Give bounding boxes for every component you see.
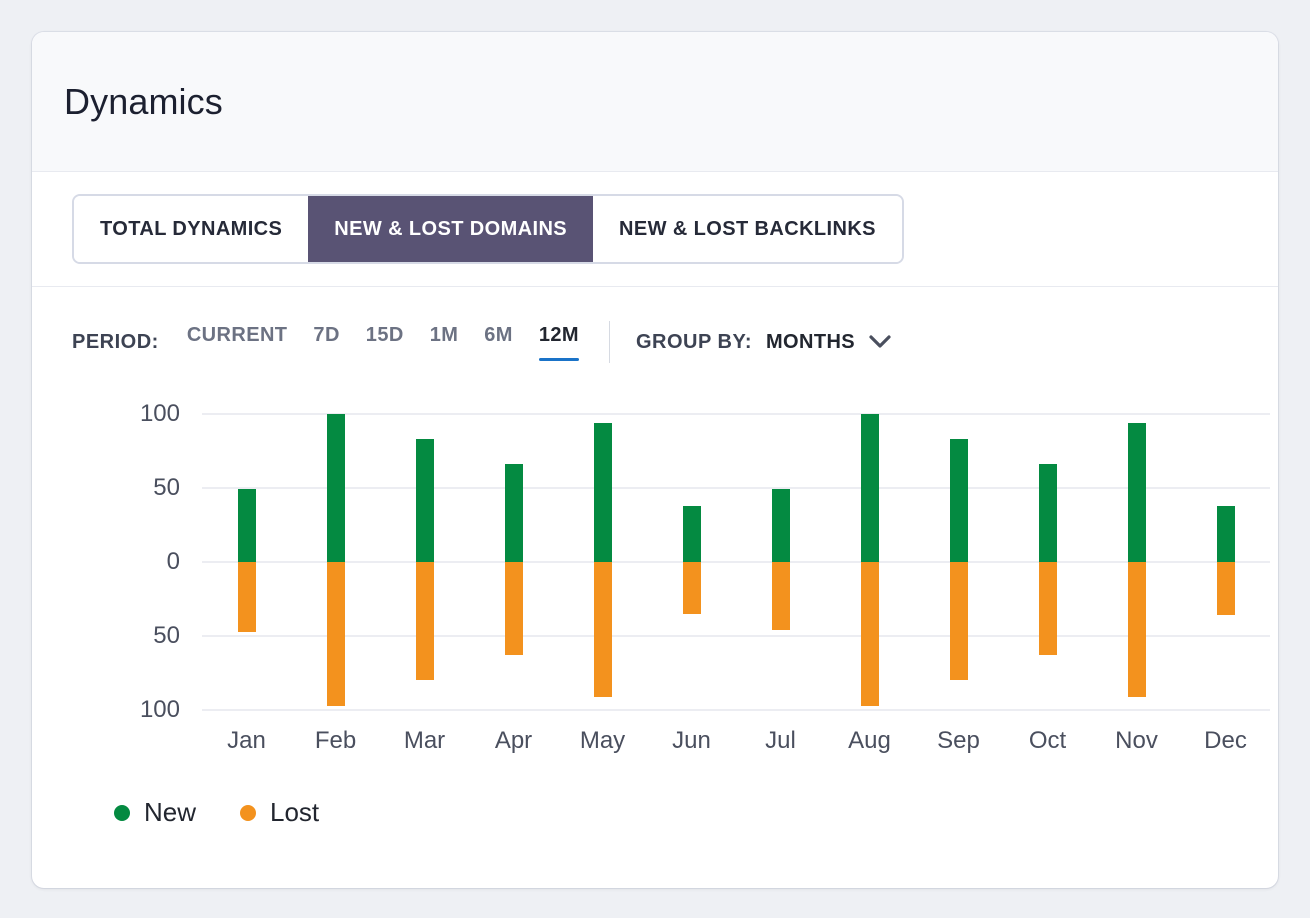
bar-lost-jun[interactable]	[682, 562, 701, 614]
x-axis-label-jan: Jan	[227, 727, 266, 754]
y-axis-tick-label: 100	[139, 400, 180, 427]
tab-new-lost-domains[interactable]: NEW & LOST DOMAINS	[308, 196, 594, 262]
x-axis-label-apr: Apr	[494, 727, 533, 754]
bar-lost-feb[interactable]	[326, 562, 345, 706]
bar-group-mar[interactable]	[380, 414, 469, 710]
chart-area: 100 50 0 50 100 Jan Feb Mar Apr May Jun Jul Aug Sep O…	[32, 397, 1278, 888]
bar-new-jun[interactable]	[682, 505, 701, 562]
bar-new-dec[interactable]	[1216, 505, 1235, 562]
legend-dot-new	[114, 804, 130, 821]
y-axis-tick-label: 100	[139, 696, 180, 723]
bar-new-may[interactable]	[593, 422, 612, 562]
x-axis-label-nov: Nov	[1115, 727, 1158, 754]
bar-new-nov[interactable]	[1127, 422, 1146, 562]
legend-label: Lost	[270, 797, 320, 827]
x-axis-label-aug: Aug	[848, 727, 891, 754]
y-axis-ticks: 100 50 0 50 100	[32, 400, 180, 723]
x-axis-label-sep: Sep	[937, 727, 980, 754]
bar-new-sep[interactable]	[949, 439, 968, 562]
y-axis-tick-label: 0	[166, 548, 180, 575]
bar-group-sep[interactable]	[914, 414, 1003, 710]
x-axis-label-oct: Oct	[1028, 727, 1067, 754]
bar-group-dec[interactable]	[1181, 414, 1270, 710]
controls-bar: PERIOD: CURRENT 7D 15D 1M 6M 12M GROUP BY: MO…	[32, 287, 1278, 397]
x-axis-label-jun: Jun	[672, 727, 711, 754]
period-label: PERIOD:	[72, 330, 159, 353]
period-option-current[interactable]: CURRENT	[187, 324, 288, 361]
bar-new-jul[interactable]	[771, 489, 790, 562]
bar-lost-jul[interactable]	[771, 562, 790, 631]
bar-group-jun[interactable]	[647, 414, 736, 710]
x-axis-label-dec: Dec	[1204, 727, 1247, 754]
group-by-label: GROUP BY:	[635, 330, 752, 353]
bar-group-apr[interactable]	[469, 414, 558, 710]
period-options: CURRENT 7D 15D 1M 6M 12M	[187, 324, 580, 361]
period-option-1m[interactable]: 1M	[430, 324, 459, 361]
tabstrip: TOTAL DYNAMICS NEW & LOST DOMAINS NEW & LO…	[72, 194, 904, 264]
x-axis-label-feb: Feb	[314, 727, 357, 754]
controls-divider	[608, 321, 610, 363]
bar-group-feb[interactable]	[291, 414, 380, 710]
card-header: Dynamics	[32, 32, 1278, 172]
group-by-control[interactable]: GROUP BY: MONTHS	[636, 331, 891, 354]
period-option-7d[interactable]: 7D	[313, 324, 339, 361]
bar-new-aug[interactable]	[860, 414, 879, 562]
bar-lost-may[interactable]	[593, 562, 612, 697]
group-by-value[interactable]: MONTHS	[766, 331, 855, 354]
bar-new-jan[interactable]	[237, 489, 256, 562]
chart-legend: New Lost	[114, 797, 319, 828]
period-option-15d[interactable]: 15D	[366, 324, 404, 361]
legend-item-lost[interactable]: Lost	[240, 797, 319, 828]
page-title: Dynamics	[64, 80, 223, 122]
bar-new-oct[interactable]	[1038, 464, 1057, 562]
bar-group-may[interactable]	[558, 414, 647, 710]
bar-group-aug[interactable]	[825, 414, 914, 710]
chevron-down-icon[interactable]	[869, 335, 891, 349]
bar-lost-oct[interactable]	[1038, 562, 1057, 656]
bar-lost-jan[interactable]	[237, 562, 256, 632]
tab-new-lost-backlinks[interactable]: NEW & LOST BACKLINKS	[593, 196, 902, 262]
x-axis-label-may: May	[579, 727, 626, 754]
bar-lost-dec[interactable]	[1216, 562, 1235, 616]
bar-group-nov[interactable]	[1092, 414, 1181, 710]
bar-lost-apr[interactable]	[504, 562, 523, 656]
bar-group-jul[interactable]	[736, 414, 825, 710]
period-option-12m[interactable]: 12M	[538, 324, 580, 361]
x-axis-label-jul: Jul	[765, 727, 796, 754]
bar-lost-aug[interactable]	[860, 562, 879, 706]
legend-item-new[interactable]: New	[114, 797, 196, 828]
bar-new-feb[interactable]	[326, 414, 345, 562]
dynamics-card: Dynamics TOTAL DYNAMICS NEW & LOST DOMAIN…	[32, 32, 1278, 888]
plot-canvas	[202, 413, 1270, 711]
legend-label: New	[144, 797, 197, 827]
bar-lost-sep[interactable]	[949, 562, 968, 681]
bar-group-jan[interactable]	[202, 414, 291, 710]
legend-dot-lost	[240, 804, 257, 821]
period-option-6m[interactable]: 6M	[484, 324, 513, 361]
bar-group-oct[interactable]	[1003, 414, 1092, 710]
y-axis-tick-label: 50	[153, 474, 180, 501]
bar-lost-nov[interactable]	[1127, 562, 1146, 697]
tab-total-dynamics[interactable]: TOTAL DYNAMICS	[74, 196, 309, 262]
x-axis-labels: Jan Feb Mar Apr May Jun Jul Aug Sep Oct Nov Dec	[202, 727, 1270, 761]
bar-new-mar[interactable]	[415, 439, 434, 562]
bar-new-apr[interactable]	[504, 464, 523, 562]
bar-lost-mar[interactable]	[415, 562, 434, 681]
y-axis-tick-label: 50	[153, 622, 180, 649]
x-axis-label-mar: Mar	[403, 727, 446, 754]
tabstrip-row: TOTAL DYNAMICS NEW & LOST DOMAINS NEW & LO…	[32, 172, 1278, 287]
